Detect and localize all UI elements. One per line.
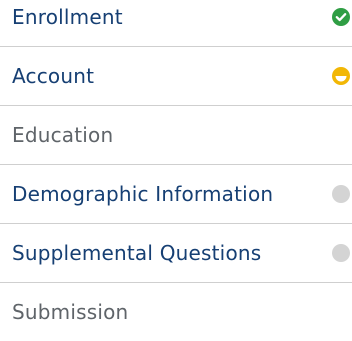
step-demographic-information[interactable]: Demographic Information [0, 165, 352, 223]
not-started-icon [332, 244, 350, 262]
step-label: Submission [12, 300, 129, 324]
step-label: Supplemental Questions [12, 241, 262, 265]
step-label: Education [12, 123, 114, 147]
not-started-icon [332, 185, 350, 203]
step-account[interactable]: Account [0, 47, 352, 105]
step-label: Enrollment [12, 5, 123, 29]
in-progress-icon [332, 67, 350, 85]
step-enrollment[interactable]: Enrollment [0, 0, 352, 46]
step-label: Demographic Information [12, 182, 274, 206]
application-steps: Enrollment Account Education Demographic… [0, 0, 352, 341]
step-submission: Submission [0, 283, 352, 341]
step-supplemental-questions[interactable]: Supplemental Questions [0, 224, 352, 282]
step-education: Education [0, 106, 352, 164]
complete-icon [332, 8, 350, 26]
step-label: Account [12, 64, 95, 88]
